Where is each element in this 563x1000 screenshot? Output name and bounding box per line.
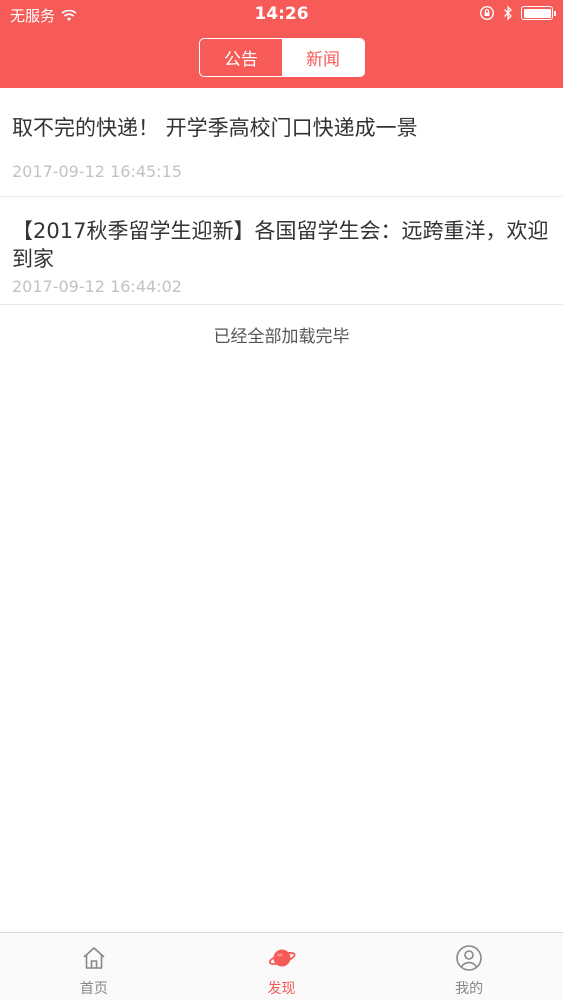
tab-news[interactable]: 新闻 [282, 39, 364, 76]
tab-home[interactable]: 首页 [0, 933, 188, 1000]
home-icon [83, 947, 105, 969]
tab-label: 首页 [79, 981, 108, 997]
tab-profile[interactable]: 我的 [375, 933, 563, 1000]
news-timestamp: 2017-09-12 16:45:15 [12, 162, 182, 181]
news-title: 取不完的快递！ 开学季高校门口快递成一景 [12, 116, 418, 140]
bluetooth-icon [504, 5, 512, 21]
list-item[interactable]: 取不完的快递！ 开学季高校门口快递成一景 2017-09-12 16:45:15 [0, 88, 563, 197]
tab-announcements[interactable]: 公告 [200, 39, 282, 76]
app-header: 无服务 14:26 公告 新闻 [0, 0, 563, 88]
battery-icon [521, 6, 556, 20]
tab-label: 我的 [455, 981, 484, 997]
segment-control: 公告 新闻 [199, 38, 365, 77]
status-right [479, 5, 556, 21]
news-list: 取不完的快递！ 开学季高校门口快递成一景 2017-09-12 16:45:15… [0, 88, 563, 305]
battery-fill [523, 8, 551, 18]
profile-icon [456, 945, 482, 971]
planet-icon [268, 949, 295, 967]
list-item[interactable]: 【2017秋季留学生迎新】各国留学生会：远跨重洋，欢迎到家 2017-09-12… [0, 197, 563, 305]
status-bar: 无服务 14:26 [0, 0, 563, 30]
orientation-lock-icon [479, 5, 495, 21]
bottom-tab-bar: 首页 发现 我的 [0, 932, 563, 1000]
tab-label: 发现 [267, 981, 296, 997]
news-title: 【2017秋季留学生迎新】各国留学生会：远跨重洋，欢迎到家 [12, 219, 549, 271]
tab-discover[interactable]: 发现 [188, 933, 376, 1000]
news-timestamp: 2017-09-12 16:44:02 [12, 277, 182, 296]
load-complete-label: 已经全部加载完毕 [213, 327, 350, 347]
